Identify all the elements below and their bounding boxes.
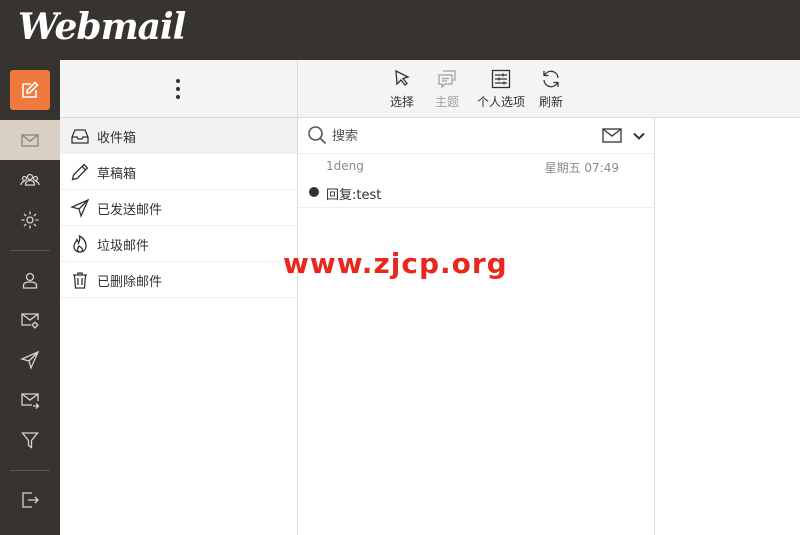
select-button[interactable]: 选择 [390,68,414,112]
unread-dot-icon[interactable] [309,187,319,197]
pencil-icon [71,163,89,181]
nav-mail-button[interactable] [0,120,60,160]
cursor-icon [395,69,410,86]
send-icon [70,198,90,218]
mail-settings-icon [21,313,39,329]
mail-forward-icon [21,393,40,409]
nav-user-button[interactable] [0,260,60,300]
folder-list-panel: 收件箱 草稿箱 已发送邮件 垃圾邮件 已删除邮件 [60,60,298,535]
folder-label: 已删除邮件 [97,275,163,290]
nav-forward-button[interactable] [0,380,60,420]
compose-button[interactable] [10,70,50,110]
nav-logout-button[interactable] [0,480,60,520]
envelope-icon[interactable] [602,127,622,145]
search-bar [298,118,655,154]
compose-icon [22,81,39,98]
message-subject: 回复:test [326,188,382,203]
top-bar: Webmail [0,0,800,60]
message-sender: 1deng [326,159,364,173]
folder-trash[interactable]: 已删除邮件 [60,262,297,298]
nav-settings-button[interactable] [0,200,60,240]
more-dot-icon [176,95,180,99]
more-dot-icon [176,87,180,91]
user-icon [22,272,38,289]
send-icon [20,350,40,370]
flame-icon [73,234,87,253]
more-dot-icon [176,79,180,83]
nav-send-button[interactable] [0,340,60,380]
webmail-logo[interactable]: Webmail [18,6,186,48]
folder-label: 收件箱 [97,131,137,146]
logout-icon [22,492,39,508]
message-date: 星期五 07:49 [544,161,619,175]
left-nav-bar [0,60,60,535]
threads-button[interactable]: 主题 [435,68,459,112]
refresh-label: 刷新 [539,95,564,109]
select-label: 选择 [390,95,415,109]
refresh-button[interactable]: 刷新 [539,68,563,112]
chevron-down-icon[interactable] [632,129,646,143]
inbox-icon [71,129,89,144]
refresh-icon [543,70,559,88]
message-list-panel: 选择 主题 个人选项 刷新 1deng 星期五 07:49 回复:test [298,60,655,535]
settings-icon [21,211,39,229]
nav-filter-button[interactable] [0,420,60,460]
message-preview-panel [655,60,800,535]
options-label: 个人选项 [477,95,526,109]
trash-icon [73,272,87,289]
folder-label: 已发送邮件 [97,203,163,218]
options-button[interactable]: 个人选项 [477,68,525,112]
folder-inbox[interactable]: 收件箱 [60,118,297,154]
folder-list-header [60,60,297,118]
threads-icon [438,70,456,89]
watermark-text: www.zjcp.org [283,247,508,280]
mail-icon [21,134,39,147]
nav-divider [10,470,50,471]
folder-label: 垃圾邮件 [97,239,150,254]
preview-toolbar [655,60,800,118]
threads-label: 主题 [435,95,460,109]
message-row[interactable]: 1deng 星期五 07:49 回复:test [298,154,655,208]
contacts-icon [20,173,40,186]
folder-options-menu[interactable] [173,79,183,99]
filter-icon [21,432,39,449]
nav-contacts-button[interactable] [0,160,60,200]
folder-junk[interactable]: 垃圾邮件 [60,226,297,262]
search-icon[interactable] [307,125,327,145]
sliders-icon [491,69,511,89]
search-input[interactable] [332,126,582,146]
message-toolbar: 选择 主题 个人选项 刷新 [298,60,655,118]
nav-mail-settings-button[interactable] [0,300,60,340]
folder-drafts[interactable]: 草稿箱 [60,154,297,190]
folder-sent[interactable]: 已发送邮件 [60,190,297,226]
folder-label: 草稿箱 [97,167,137,182]
nav-divider [10,250,50,251]
